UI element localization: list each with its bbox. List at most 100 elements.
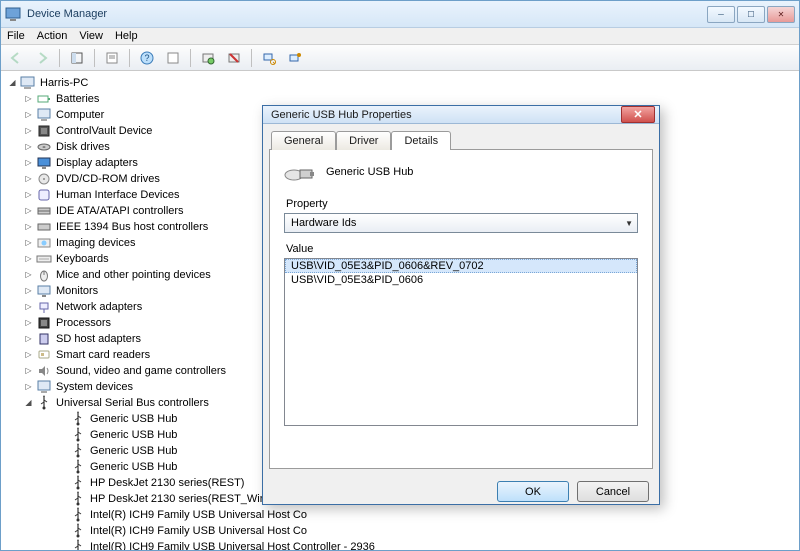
tree-item-label: Processors (56, 315, 111, 331)
usb-icon (70, 491, 86, 507)
maximize-button[interactable]: ☐ (737, 6, 765, 23)
network-icon (36, 299, 52, 315)
tree-item-label: Batteries (56, 91, 99, 107)
tree-item-label: HP DeskJet 2130 series(REST) (90, 475, 244, 491)
usb-icon (36, 395, 52, 411)
tree-item-label: Generic USB Hub (90, 411, 177, 427)
tree-item-label: ControlVault Device (56, 123, 152, 139)
dialog-close-button[interactable]: ✕ (621, 106, 655, 123)
tree-item-label: Universal Serial Bus controllers (56, 395, 209, 411)
expand-icon[interactable]: ▷ (23, 142, 34, 153)
tree-root[interactable]: ◢ Harris-PC (7, 75, 799, 91)
expand-icon[interactable]: ▷ (23, 158, 34, 169)
tree-item-label: SD host adapters (56, 331, 141, 347)
back-button[interactable] (5, 47, 27, 69)
expand-icon[interactable]: ▷ (23, 206, 34, 217)
value-label: Value (286, 243, 638, 255)
toolbar: ? (1, 45, 799, 71)
tab-details[interactable]: Details (391, 131, 451, 150)
expand-icon[interactable]: ▷ (23, 334, 34, 345)
minimize-button[interactable]: ─ (707, 6, 735, 23)
scan-hardware-button[interactable] (258, 47, 280, 69)
update-driver-button[interactable] (197, 47, 219, 69)
tree-item-label: Intel(R) ICH9 Family USB Universal Host … (90, 523, 307, 539)
menu-help[interactable]: Help (115, 30, 138, 42)
help-button[interactable]: ? (136, 47, 158, 69)
value-item[interactable]: USB\VID_05E3&PID_0606&REV_0702 (285, 259, 637, 273)
expand-icon[interactable]: ▷ (23, 238, 34, 249)
battery-icon (36, 91, 52, 107)
tree-item[interactable]: ▷Intel(R) ICH9 Family USB Universal Host… (57, 539, 799, 550)
toolbar-separator (190, 49, 191, 67)
usb-icon (70, 475, 86, 491)
property-dropdown[interactable]: Hardware Ids ▼ (284, 213, 638, 233)
expand-icon[interactable]: ▷ (23, 174, 34, 185)
cpu-icon (36, 315, 52, 331)
dialog-titlebar[interactable]: Generic USB Hub Properties ✕ (263, 106, 659, 124)
expand-icon[interactable]: ▷ (23, 286, 34, 297)
expand-icon[interactable]: ▷ (23, 126, 34, 137)
tab-content: Generic USB Hub Property Hardware Ids ▼ … (269, 149, 653, 469)
ok-button[interactable]: OK (497, 481, 569, 502)
tree-item-label: Computer (56, 107, 104, 123)
expand-icon[interactable]: ▷ (23, 366, 34, 377)
optical-icon (36, 171, 52, 187)
computer-icon (20, 75, 36, 91)
tree-item-label: Intel(R) ICH9 Family USB Universal Host … (90, 539, 375, 550)
window-controls: ─ ☐ ✕ (707, 6, 795, 23)
expand-icon[interactable]: ▷ (23, 350, 34, 361)
value-list[interactable]: USB\VID_05E3&PID_0606&REV_0702USB\VID_05… (284, 258, 638, 426)
usb-icon (70, 523, 86, 539)
tree-item-label: Mice and other pointing devices (56, 267, 211, 283)
computer-icon (36, 107, 52, 123)
tree-item-label: Imaging devices (56, 235, 136, 251)
cancel-button[interactable]: Cancel (577, 481, 649, 502)
mouse-icon (36, 267, 52, 283)
tree-item-label: Monitors (56, 283, 98, 299)
tab-general[interactable]: General (271, 131, 336, 150)
titlebar[interactable]: Device Manager ─ ☐ ✕ (1, 1, 799, 28)
toolbar-separator (94, 49, 95, 67)
value-item[interactable]: USB\VID_05E3&PID_0606 (285, 273, 637, 287)
tree-item-label: IEEE 1394 Bus host controllers (56, 219, 208, 235)
tree-item[interactable]: ▷Intel(R) ICH9 Family USB Universal Host… (57, 523, 799, 539)
chip-icon (36, 123, 52, 139)
tree-item-label: System devices (56, 379, 133, 395)
expand-icon[interactable]: ▷ (23, 270, 34, 281)
expand-icon[interactable]: ▷ (23, 94, 34, 105)
collapse-icon[interactable]: ◢ (7, 78, 18, 89)
monitor-icon (36, 283, 52, 299)
expand-icon[interactable]: ▷ (23, 110, 34, 121)
tree-item-label: Display adapters (56, 155, 138, 171)
tree-item-label: Smart card readers (56, 347, 150, 363)
property-selected: Hardware Ids (291, 217, 356, 229)
expand-icon[interactable]: ▷ (23, 190, 34, 201)
menu-view[interactable]: View (79, 30, 103, 42)
action-icon[interactable] (162, 47, 184, 69)
imaging-icon (36, 235, 52, 251)
show-hide-button[interactable] (66, 47, 88, 69)
sound-icon (36, 363, 52, 379)
tree-item-label: Human Interface Devices (56, 187, 180, 203)
collapse-icon[interactable]: ◢ (23, 398, 34, 409)
menu-action[interactable]: Action (37, 30, 68, 42)
expand-icon[interactable]: ▷ (23, 382, 34, 393)
tree-item-label: Disk drives (56, 139, 110, 155)
tab-driver[interactable]: Driver (336, 131, 391, 150)
expand-icon[interactable]: ▷ (23, 302, 34, 313)
forward-button[interactable] (31, 47, 53, 69)
expand-icon[interactable]: ▷ (23, 254, 34, 265)
close-button[interactable]: ✕ (767, 6, 795, 23)
app-icon (5, 6, 21, 22)
uninstall-button[interactable] (223, 47, 245, 69)
expand-icon[interactable]: ▷ (23, 318, 34, 329)
menu-file[interactable]: File (7, 30, 25, 42)
display-icon (36, 155, 52, 171)
tool-icon[interactable] (284, 47, 306, 69)
ide-icon (36, 203, 52, 219)
dialog-title: Generic USB Hub Properties (271, 109, 621, 121)
system-icon (36, 379, 52, 395)
tree-item-label: Network adapters (56, 299, 142, 315)
properties-button[interactable] (101, 47, 123, 69)
expand-icon[interactable]: ▷ (23, 222, 34, 233)
